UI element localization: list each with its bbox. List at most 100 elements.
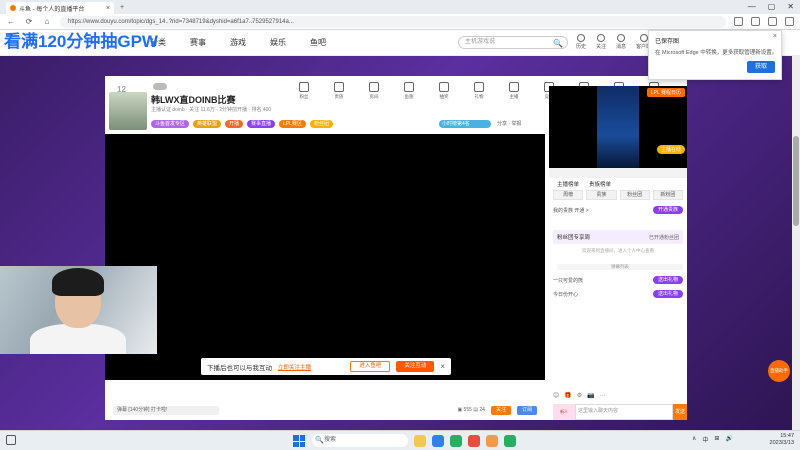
app-icon[interactable] bbox=[486, 435, 498, 447]
room-tag[interactable]: 粉丝团 bbox=[309, 120, 333, 128]
stream-overlay-title: 看满120分钟抽GPW bbox=[4, 32, 158, 51]
popup-close-icon[interactable]: × bbox=[440, 362, 445, 371]
network-icon[interactable]: ⊞ bbox=[714, 435, 719, 444]
danmaku-notice: 弹幕 [140分钟] 打卡啦! bbox=[113, 405, 219, 415]
tab-noble-rank[interactable]: 贵族榜单 bbox=[589, 180, 611, 188]
camera-icon[interactable]: 📷 bbox=[587, 392, 594, 399]
anchor-avatar[interactable] bbox=[109, 92, 147, 130]
tab-anchor-rank[interactable]: 主播榜单 bbox=[557, 180, 579, 188]
page-scrollbar[interactable] bbox=[792, 56, 800, 430]
fanclub-banner[interactable]: 粉丝团专享周 已开通粉丝团 bbox=[553, 230, 683, 244]
subscribe-button[interactable]: 订阅 bbox=[516, 405, 537, 415]
search-icon[interactable]: 🔍 bbox=[553, 38, 563, 49]
tab-noble[interactable]: 贵族 bbox=[586, 190, 617, 200]
fans-icon bbox=[299, 82, 309, 92]
notification-action-button[interactable]: 获取 bbox=[747, 61, 775, 73]
follow-interact-button[interactable]: 关注互动 bbox=[396, 361, 435, 372]
widgets-icon[interactable] bbox=[6, 435, 16, 445]
nav-events[interactable]: 赛事 bbox=[190, 37, 206, 48]
browser-tab[interactable]: 斗鱼 - 每个人的直播平台 × bbox=[6, 2, 114, 14]
online-badge[interactable]: 主播在线 bbox=[656, 145, 685, 154]
notification-close-icon[interactable]: × bbox=[773, 33, 777, 40]
volume-icon[interactable]: 🔊 bbox=[725, 435, 732, 444]
live-assistant-button[interactable]: 直播助手 bbox=[768, 360, 790, 382]
danmaku-list-label: 弹幕列表 bbox=[557, 264, 683, 270]
tray-expand-icon[interactable]: ∧ bbox=[692, 435, 696, 444]
send-gift-button[interactable]: 送出礼物 bbox=[652, 290, 683, 298]
tab-close-button[interactable]: × bbox=[106, 5, 110, 12]
clock[interactable]: 15:47 2023/3/13 bbox=[770, 433, 794, 447]
more-icon[interactable]: ⋯ bbox=[600, 392, 606, 399]
follow-toggle[interactable] bbox=[153, 83, 167, 90]
site-search-input[interactable]: 主机游戏说 🔍 bbox=[458, 36, 568, 49]
favorites-icon[interactable] bbox=[734, 17, 743, 26]
tool-fans[interactable]: 粉丝 bbox=[293, 82, 315, 100]
tool-noble[interactable]: 贵族 bbox=[328, 82, 350, 100]
emoji-icon[interactable]: 😊 bbox=[553, 392, 559, 399]
chat-user[interactable]: 今日份开心 bbox=[553, 291, 578, 298]
refresh-button[interactable]: ⟳ bbox=[24, 17, 34, 26]
chat-input[interactable]: 这里输入聊天内容 bbox=[575, 404, 673, 420]
collections-icon[interactable] bbox=[768, 17, 777, 26]
enter-fishbar-button[interactable]: 进入鱼吧 bbox=[350, 361, 391, 372]
chat-row: 一只可爱的熊 送出礼物 bbox=[553, 274, 683, 286]
close-window-button[interactable]: ✕ bbox=[787, 2, 794, 11]
open-noble-button[interactable]: 开通贵族 bbox=[652, 206, 683, 214]
history-button[interactable]: 历史 bbox=[576, 34, 586, 50]
room-tag[interactable]: 赛事直播 bbox=[247, 120, 276, 128]
rank-pill[interactable]: 小时榜第4名 bbox=[439, 120, 491, 128]
noble-row-text[interactable]: 我的贵族 开通 > bbox=[553, 207, 589, 214]
share-report[interactable]: 分享 · 举报 bbox=[497, 120, 521, 127]
tool-lottery[interactable]: 抽奖 bbox=[433, 82, 455, 100]
home-button[interactable]: ⌂ bbox=[42, 17, 52, 26]
room-tag[interactable]: 斗鱼首发专区 bbox=[151, 120, 190, 128]
app-icon[interactable] bbox=[468, 435, 480, 447]
popup-link[interactable]: 立即关注主播 bbox=[278, 363, 311, 371]
tab-fanclub[interactable]: 粉丝团 bbox=[619, 190, 650, 200]
gift-icon bbox=[474, 82, 484, 92]
side-video-preview[interactable]: LPL 赛程日历 主播在线 bbox=[549, 86, 687, 168]
tab-week[interactable]: 周榜 bbox=[553, 190, 584, 200]
tool-anchor[interactable]: 主播 bbox=[503, 82, 525, 100]
banner-text: 粉丝团专享周 bbox=[557, 235, 591, 241]
send-button[interactable]: 发送 bbox=[673, 404, 687, 420]
app-icon[interactable] bbox=[450, 435, 462, 447]
file-explorer-icon[interactable] bbox=[414, 435, 426, 447]
nav-fishbar[interactable]: 鱼吧 bbox=[310, 37, 326, 48]
taskbar-apps bbox=[414, 435, 516, 447]
scroll-thumb[interactable] bbox=[793, 136, 799, 226]
nav-games[interactable]: 游戏 bbox=[230, 37, 246, 48]
room-tag[interactable]: 英雄联盟 bbox=[193, 120, 222, 128]
send-gift-button[interactable]: 送出礼物 bbox=[652, 276, 683, 284]
tool-room[interactable]: 房间 bbox=[363, 82, 385, 100]
tool-gift[interactable]: 礼物 bbox=[468, 82, 490, 100]
new-tab-button[interactable]: + bbox=[120, 4, 124, 11]
tool-fin[interactable]: 鱼翅 bbox=[398, 82, 420, 100]
more-menu-icon[interactable] bbox=[785, 17, 794, 26]
chat-input-row: 新人 这里输入聊天内容 发送 bbox=[553, 404, 687, 420]
start-button[interactable] bbox=[293, 435, 305, 447]
follow-button[interactable]: 关注 bbox=[490, 405, 511, 415]
tab-newfans[interactable]: 新粉团 bbox=[652, 190, 683, 200]
schedule-badge[interactable]: LPL 赛程日历 bbox=[646, 88, 685, 97]
main-video-player[interactable] bbox=[105, 134, 545, 380]
input-method-icon[interactable]: 中 bbox=[702, 435, 708, 444]
chat-user[interactable]: 一只可爱的熊 bbox=[553, 277, 583, 284]
settings-icon[interactable]: ⚙ bbox=[577, 392, 582, 399]
nav-entertainment[interactable]: 娱乐 bbox=[270, 37, 286, 48]
url-field[interactable]: https://www.douyu.com/topic/dgs_14..?rid… bbox=[60, 15, 726, 28]
minimize-button[interactable]: — bbox=[748, 2, 756, 11]
message-button[interactable]: 消息 bbox=[616, 34, 626, 50]
taskbar-search[interactable]: 🔍 搜索 bbox=[312, 434, 408, 447]
follow-button[interactable]: 关注 bbox=[596, 34, 606, 50]
clock-time: 15:47 bbox=[780, 433, 794, 439]
extensions-icon[interactable] bbox=[751, 17, 760, 26]
gift-icon[interactable]: 🎁 bbox=[564, 392, 571, 399]
maximize-button[interactable]: ▢ bbox=[768, 2, 776, 11]
room-tag[interactable]: LPL赛区 bbox=[279, 120, 306, 128]
edge-icon[interactable] bbox=[432, 435, 444, 447]
wechat-icon[interactable] bbox=[504, 435, 516, 447]
system-tray: ∧ 中 ⊞ 🔊 bbox=[692, 435, 733, 444]
back-button[interactable]: ← bbox=[6, 17, 16, 26]
room-tag[interactable]: 开播 bbox=[225, 120, 244, 128]
